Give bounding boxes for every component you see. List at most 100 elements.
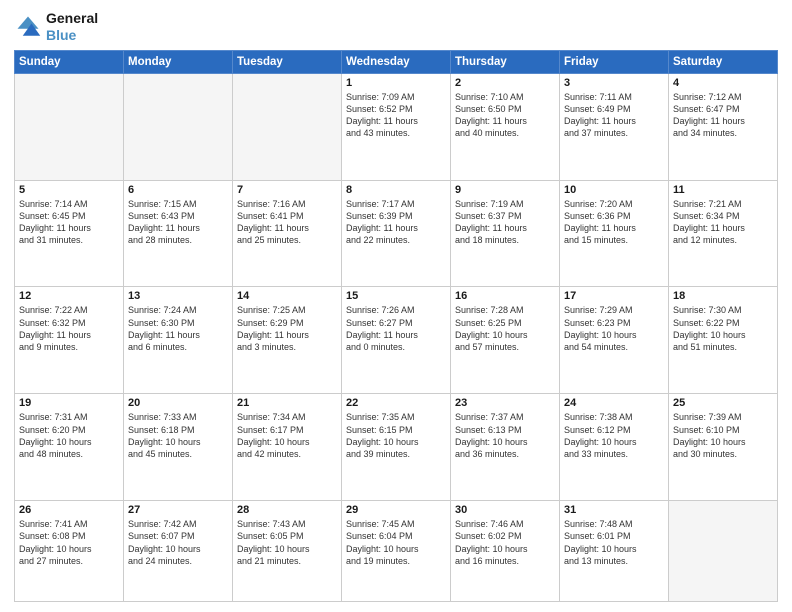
calendar-cell [124,73,233,180]
calendar-cell: 20Sunrise: 7:33 AM Sunset: 6:18 PM Dayli… [124,394,233,501]
calendar-week-row: 5 Sunrise: 7:14 AM Sunset: 6:45 PM Daylig… [15,180,778,287]
calendar-cell: 1 Sunrise: 7:09 AM Sunset: 6:52 PM Daylig… [342,73,451,180]
day-info: Sunrise: 7:11 AM Sunset: 6:49 PM Dayligh… [564,91,664,140]
day-info: Sunrise: 7:41 AM Sunset: 6:08 PM Dayligh… [19,518,119,567]
calendar-cell: 7 Sunrise: 7:16 AM Sunset: 6:41 PM Daylig… [233,180,342,287]
day-number: 6 [128,184,228,196]
calendar-cell: 17 Sunrise: 7:29 AM Sunset: 6:23 PM Dayli… [560,287,669,394]
day-number: 1 [346,77,446,89]
day-info: Sunrise: 7:37 AM Sunset: 6:13 PM Dayligh… [455,411,555,460]
day-info: Sunrise: 7:24 AM Sunset: 6:30 PM Dayligh… [128,304,228,353]
day-number: 20 [128,397,228,409]
day-number: 23 [455,397,555,409]
day-info: Sunrise: 7:20 AM Sunset: 6:36 PM Dayligh… [564,198,664,247]
day-number: 27 [128,504,228,516]
day-info: Sunrise: 7:16 AM Sunset: 6:41 PM Dayligh… [237,198,337,247]
calendar-cell: 24 Sunrise: 7:38 AM Sunset: 6:12 PM Dayli… [560,394,669,501]
calendar-cell: 25Sunrise: 7:39 AM Sunset: 6:10 PM Dayli… [669,394,778,501]
calendar-cell: 6 Sunrise: 7:15 AM Sunset: 6:43 PM Daylig… [124,180,233,287]
calendar-cell [669,501,778,602]
day-info: Sunrise: 7:35 AM Sunset: 6:15 PM Dayligh… [346,411,446,460]
calendar-table: SundayMondayTuesdayWednesdayThursdayFrid… [14,50,778,602]
header: General Blue [14,10,778,44]
weekday-header: Thursday [451,50,560,73]
day-number: 10 [564,184,664,196]
day-number: 22 [346,397,446,409]
day-number: 16 [455,290,555,302]
day-info: Sunrise: 7:25 AM Sunset: 6:29 PM Dayligh… [237,304,337,353]
day-number: 8 [346,184,446,196]
weekday-header: Monday [124,50,233,73]
calendar-cell: 13 Sunrise: 7:24 AM Sunset: 6:30 PM Dayli… [124,287,233,394]
day-number: 29 [346,504,446,516]
day-info: Sunrise: 7:46 AM Sunset: 6:02 PM Dayligh… [455,518,555,567]
weekday-header: Saturday [669,50,778,73]
day-number: 24 [564,397,664,409]
day-info: Sunrise: 7:21 AM Sunset: 6:34 PM Dayligh… [673,198,773,247]
day-info: Sunrise: 7:17 AM Sunset: 6:39 PM Dayligh… [346,198,446,247]
calendar-cell: 9 Sunrise: 7:19 AM Sunset: 6:37 PM Daylig… [451,180,560,287]
day-number: 15 [346,290,446,302]
day-info: Sunrise: 7:42 AM Sunset: 6:07 PM Dayligh… [128,518,228,567]
logo-text: General Blue [46,10,98,44]
calendar-cell: 19 Sunrise: 7:31 AM Sunset: 6:20 PM Dayli… [15,394,124,501]
day-number: 31 [564,504,664,516]
calendar-cell: 28 Sunrise: 7:43 AM Sunset: 6:05 PM Dayli… [233,501,342,602]
day-number: 12 [19,290,119,302]
calendar-header-row: SundayMondayTuesdayWednesdayThursdayFrid… [15,50,778,73]
day-number: 19 [19,397,119,409]
day-info: Sunrise: 7:19 AM Sunset: 6:37 PM Dayligh… [455,198,555,247]
calendar-cell: 22 Sunrise: 7:35 AM Sunset: 6:15 PM Dayli… [342,394,451,501]
day-number: 14 [237,290,337,302]
day-info: Sunrise: 7:09 AM Sunset: 6:52 PM Dayligh… [346,91,446,140]
calendar-cell: 5 Sunrise: 7:14 AM Sunset: 6:45 PM Daylig… [15,180,124,287]
day-number: 11 [673,184,773,196]
calendar-week-row: 12 Sunrise: 7:22 AM Sunset: 6:32 PM Dayli… [15,287,778,394]
calendar-cell: 15 Sunrise: 7:26 AM Sunset: 6:27 PM Dayli… [342,287,451,394]
day-info: Sunrise: 7:12 AM Sunset: 6:47 PM Dayligh… [673,91,773,140]
calendar-cell: 11 Sunrise: 7:21 AM Sunset: 6:34 PM Dayli… [669,180,778,287]
day-info: Sunrise: 7:14 AM Sunset: 6:45 PM Dayligh… [19,198,119,247]
day-number: 28 [237,504,337,516]
calendar-cell: 27 Sunrise: 7:42 AM Sunset: 6:07 PM Dayli… [124,501,233,602]
day-info: Sunrise: 7:48 AM Sunset: 6:01 PM Dayligh… [564,518,664,567]
day-number: 3 [564,77,664,89]
calendar-cell: 10 Sunrise: 7:20 AM Sunset: 6:36 PM Dayli… [560,180,669,287]
day-number: 7 [237,184,337,196]
day-number: 26 [19,504,119,516]
calendar-cell: 8 Sunrise: 7:17 AM Sunset: 6:39 PM Daylig… [342,180,451,287]
page: General Blue SundayMondayTuesdayWednesda… [0,0,792,612]
calendar-week-row: 1 Sunrise: 7:09 AM Sunset: 6:52 PM Daylig… [15,73,778,180]
calendar-cell: 12 Sunrise: 7:22 AM Sunset: 6:32 PM Dayli… [15,287,124,394]
day-number: 18 [673,290,773,302]
day-number: 17 [564,290,664,302]
day-info: Sunrise: 7:22 AM Sunset: 6:32 PM Dayligh… [19,304,119,353]
calendar-cell: 26 Sunrise: 7:41 AM Sunset: 6:08 PM Dayli… [15,501,124,602]
day-info: Sunrise: 7:26 AM Sunset: 6:27 PM Dayligh… [346,304,446,353]
day-info: Sunrise: 7:15 AM Sunset: 6:43 PM Dayligh… [128,198,228,247]
day-info: Sunrise: 7:29 AM Sunset: 6:23 PM Dayligh… [564,304,664,353]
calendar-cell: 31 Sunrise: 7:48 AM Sunset: 6:01 PM Dayli… [560,501,669,602]
day-number: 4 [673,77,773,89]
day-number: 9 [455,184,555,196]
day-info: Sunrise: 7:30 AM Sunset: 6:22 PM Dayligh… [673,304,773,353]
day-info: Sunrise: 7:45 AM Sunset: 6:04 PM Dayligh… [346,518,446,567]
day-info: Sunrise: 7:38 AM Sunset: 6:12 PM Dayligh… [564,411,664,460]
calendar-cell: 23 Sunrise: 7:37 AM Sunset: 6:13 PM Dayli… [451,394,560,501]
calendar-cell: 3 Sunrise: 7:11 AM Sunset: 6:49 PM Daylig… [560,73,669,180]
calendar-cell: 21Sunrise: 7:34 AM Sunset: 6:17 PM Dayli… [233,394,342,501]
day-info: Sunrise: 7:43 AM Sunset: 6:05 PM Dayligh… [237,518,337,567]
day-number: 13 [128,290,228,302]
logo: General Blue [14,10,98,44]
calendar-cell: 30 Sunrise: 7:46 AM Sunset: 6:02 PM Dayli… [451,501,560,602]
day-info: Sunrise: 7:31 AM Sunset: 6:20 PM Dayligh… [19,411,119,460]
calendar-week-row: 19 Sunrise: 7:31 AM Sunset: 6:20 PM Dayli… [15,394,778,501]
day-info: Sunrise: 7:28 AM Sunset: 6:25 PM Dayligh… [455,304,555,353]
weekday-header: Friday [560,50,669,73]
day-number: 30 [455,504,555,516]
calendar-cell: 16 Sunrise: 7:28 AM Sunset: 6:25 PM Dayli… [451,287,560,394]
day-number: 5 [19,184,119,196]
day-number: 25 [673,397,773,409]
calendar-cell [15,73,124,180]
calendar-cell: 2Sunrise: 7:10 AM Sunset: 6:50 PM Daylig… [451,73,560,180]
